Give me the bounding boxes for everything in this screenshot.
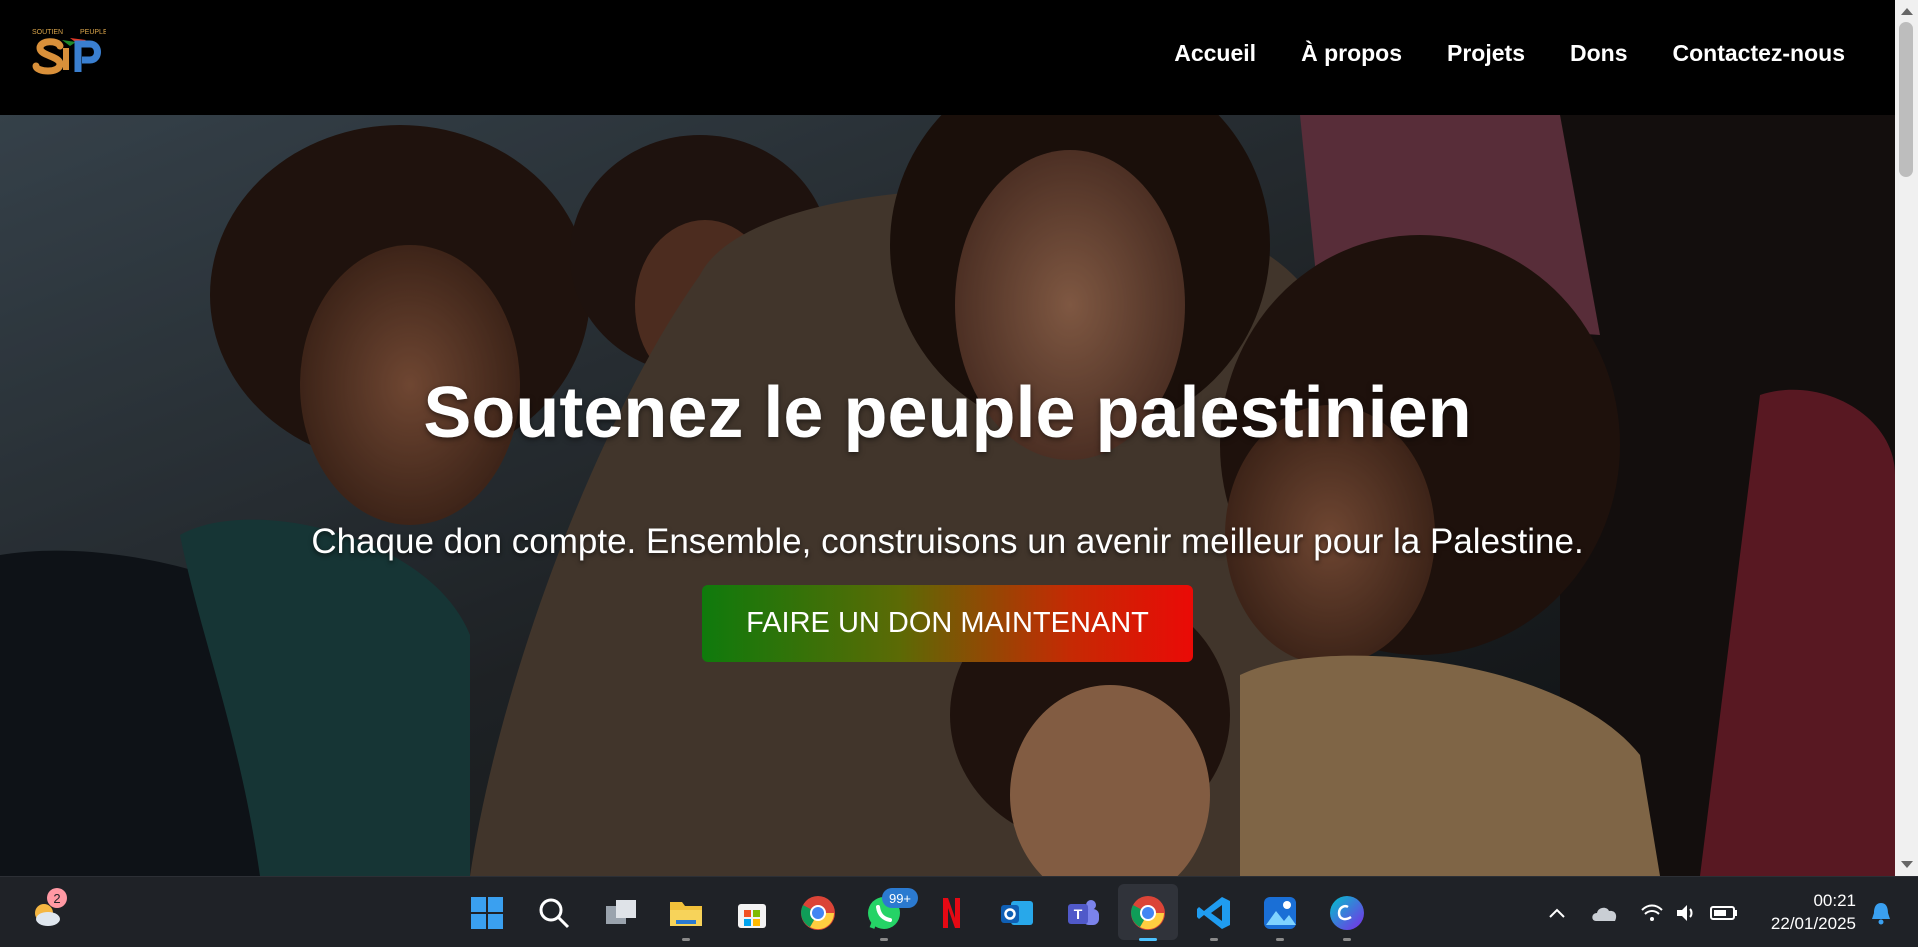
nav-link-contact[interactable]: Contactez-nous (1673, 40, 1846, 67)
system-clock[interactable]: 00:21 22/01/2025 (1771, 889, 1856, 935)
windows-start-icon[interactable] (468, 894, 506, 932)
onedrive-cloud-icon[interactable] (1586, 894, 1624, 932)
weather-widget-icon[interactable]: 2 (27, 888, 67, 932)
hero-subtitle: Chaque don compte. Ensemble, construison… (311, 522, 1584, 561)
photos-icon[interactable] (1261, 894, 1299, 941)
search-icon[interactable] (535, 894, 573, 932)
site-header: SOUTIEN PEUPLE Accueil À propos Projets … (0, 0, 1895, 115)
page-scrollbar[interactable] (1895, 0, 1918, 876)
nav-link-dons[interactable]: Dons (1570, 40, 1628, 67)
chrome-active-icon[interactable] (1129, 894, 1167, 941)
running-indicator (880, 938, 888, 941)
hero-section: Soutenez le peuple palestinien Chaque do… (0, 115, 1895, 876)
scroll-thumb[interactable] (1899, 22, 1913, 177)
chevron-up-icon[interactable] (1538, 894, 1576, 932)
outlook-icon[interactable] (998, 894, 1036, 932)
chrome-icon[interactable] (799, 894, 837, 932)
notification-bell-icon[interactable] (1862, 894, 1900, 932)
microsoft-store-icon[interactable] (733, 894, 771, 932)
nav-link-accueil[interactable]: Accueil (1174, 40, 1256, 67)
scroll-down-arrow-icon[interactable] (1901, 861, 1913, 868)
file-explorer-icon[interactable] (667, 894, 705, 941)
nav-link-a-propos[interactable]: À propos (1301, 40, 1402, 67)
hero-title: Soutenez le peuple palestinien (423, 373, 1472, 453)
volume-icon[interactable] (1668, 894, 1706, 932)
whatsapp-badge: 99+ (882, 888, 918, 908)
running-indicator (1276, 938, 1284, 941)
task-view-icon[interactable] (602, 894, 640, 932)
wifi-icon[interactable] (1633, 894, 1671, 932)
running-indicator (682, 938, 690, 941)
nav-link-projets[interactable]: Projets (1447, 40, 1525, 67)
scroll-up-arrow-icon[interactable] (1901, 8, 1913, 15)
donate-now-button[interactable]: FAIRE UN DON MAINTENANT (702, 585, 1193, 662)
svg-text:PEUPLE: PEUPLE (80, 29, 106, 36)
weather-badge: 2 (47, 888, 67, 908)
running-indicator (1343, 938, 1351, 941)
clock-time: 00:21 (1813, 891, 1856, 910)
running-indicator (1210, 938, 1218, 941)
teams-icon[interactable]: T (1064, 894, 1102, 932)
vscode-icon[interactable] (1195, 894, 1233, 941)
site-logo[interactable]: SOUTIEN PEUPLE (30, 22, 108, 80)
netflix-icon[interactable] (932, 894, 970, 932)
active-indicator (1139, 938, 1157, 941)
whatsapp-icon[interactable]: 99+ (865, 888, 918, 941)
battery-icon[interactable] (1705, 894, 1743, 932)
svg-text:SOUTIEN: SOUTIEN (32, 29, 63, 36)
hero-background-photo (0, 115, 1895, 876)
clock-date: 22/01/2025 (1770, 914, 1856, 933)
canva-icon[interactable] (1328, 894, 1366, 941)
main-nav: Accueil À propos Projets Dons Contactez-… (1174, 40, 1845, 67)
svg-text:T: T (1074, 906, 1083, 922)
windows-taskbar: 2 99+ T 00:21 22/01/2025 (0, 876, 1918, 947)
